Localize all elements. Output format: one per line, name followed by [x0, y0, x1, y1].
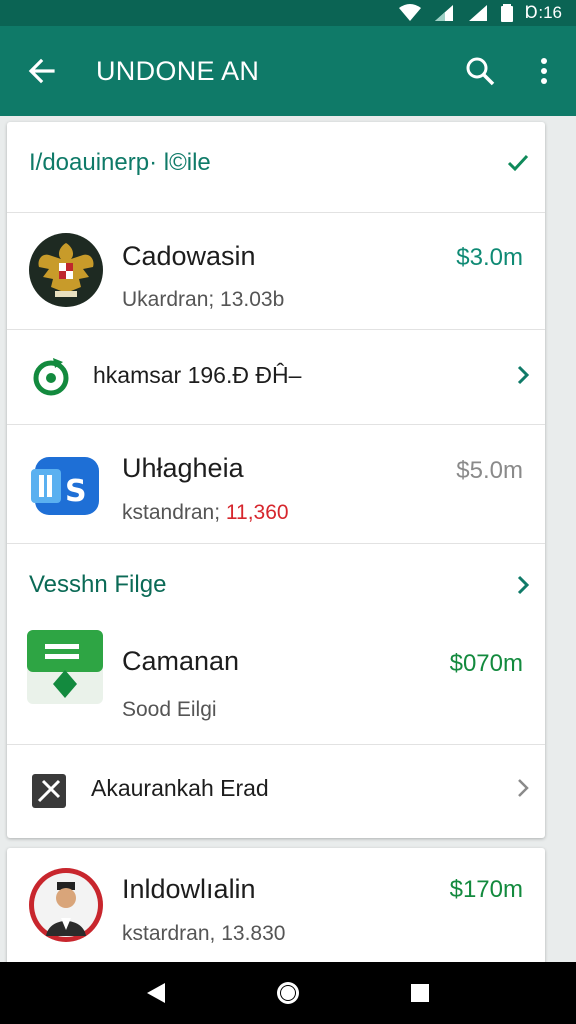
- item-amount: $3.0m: [456, 244, 523, 271]
- status-bar: Ɒ:16: [0, 0, 576, 26]
- list-item[interactable]: S Uhłagheia kstandran; 11,360 $5.0m: [7, 425, 545, 543]
- document-icon: [25, 628, 105, 708]
- more-options-button[interactable]: [512, 58, 576, 84]
- nav-home-icon: [277, 982, 299, 1004]
- refresh-icon: [33, 358, 69, 396]
- tools-icon: [32, 774, 66, 808]
- item-subtitle: Ukardran; 13.03b: [122, 288, 285, 311]
- item-subtitle-text: kstandran;: [122, 501, 226, 524]
- person-card[interactable]: Inldowlıalin kstardran, 13.830 $170m: [7, 848, 545, 966]
- item-title: hkamsar 196.Ð ÐĤ–: [93, 362, 302, 388]
- chevron-right-icon: [517, 575, 530, 595]
- search-icon: [466, 57, 495, 86]
- status-time: Ɒ:16: [525, 3, 562, 22]
- back-button[interactable]: [0, 57, 82, 85]
- nav-recents-button[interactable]: [396, 969, 444, 1017]
- summary-card: I/doauinerp· l©ile Cadowasin Ukardran; 1…: [7, 122, 545, 838]
- section-title: Vesshn Filge: [29, 571, 167, 598]
- wifi-icon: [399, 4, 422, 21]
- item-subtitle: kstardran, 13.830: [122, 922, 286, 945]
- item-subtitle-highlight: 11,360: [225, 501, 289, 524]
- check-icon: [507, 154, 529, 172]
- svg-text:S: S: [65, 474, 87, 509]
- item-title: Inldowlıalin: [122, 874, 256, 904]
- back-arrow-icon: [28, 58, 55, 84]
- signal-icon: [469, 5, 488, 21]
- app-bar: UNDONE AN: [0, 26, 576, 116]
- card-header-title: I/doauinerp· l©ile: [29, 149, 211, 176]
- list-item[interactable]: Camanan Sood Eilgi $070m: [7, 622, 545, 744]
- card-header[interactable]: I/doauinerp· l©ile: [7, 122, 545, 212]
- item-title: Uhłagheia: [122, 453, 244, 483]
- page-title: UNDONE AN: [96, 55, 260, 86]
- emblem-avatar: [29, 233, 103, 307]
- list-item[interactable]: hkamsar 196.Ð ÐĤ–: [7, 330, 545, 424]
- system-nav-bar: [0, 962, 576, 1024]
- more-vert-icon: [541, 58, 547, 84]
- section-header[interactable]: Vesshn Filge: [7, 544, 545, 624]
- app-logo-icon: S: [29, 447, 103, 521]
- search-button[interactable]: [448, 56, 512, 86]
- nav-home-button[interactable]: [264, 969, 312, 1017]
- avatar: [29, 868, 103, 942]
- item-title: Cadowasin: [122, 241, 256, 271]
- item-subtitle: Sood Eilgi: [122, 698, 217, 721]
- item-subtitle: kstandran; 11,360: [122, 501, 289, 525]
- item-amount: $070m: [449, 650, 523, 677]
- chevron-right-icon: [518, 779, 529, 797]
- item-amount: $5.0m: [456, 457, 523, 484]
- item-title: Camanan: [122, 646, 240, 676]
- nav-recents-icon: [411, 984, 429, 1002]
- battery-icon: [501, 4, 514, 22]
- list-item[interactable]: Akaurankah Erad: [7, 745, 545, 838]
- chevron-right-icon: [517, 365, 530, 385]
- signal-icon: [435, 5, 454, 21]
- list-item[interactable]: Cadowasin Ukardran; 13.03b $3.0m: [7, 213, 545, 329]
- nav-back-button[interactable]: [132, 969, 180, 1017]
- item-title: Akaurankah Erad: [91, 775, 269, 801]
- item-amount: $170m: [449, 876, 523, 903]
- nav-back-icon: [147, 983, 165, 1003]
